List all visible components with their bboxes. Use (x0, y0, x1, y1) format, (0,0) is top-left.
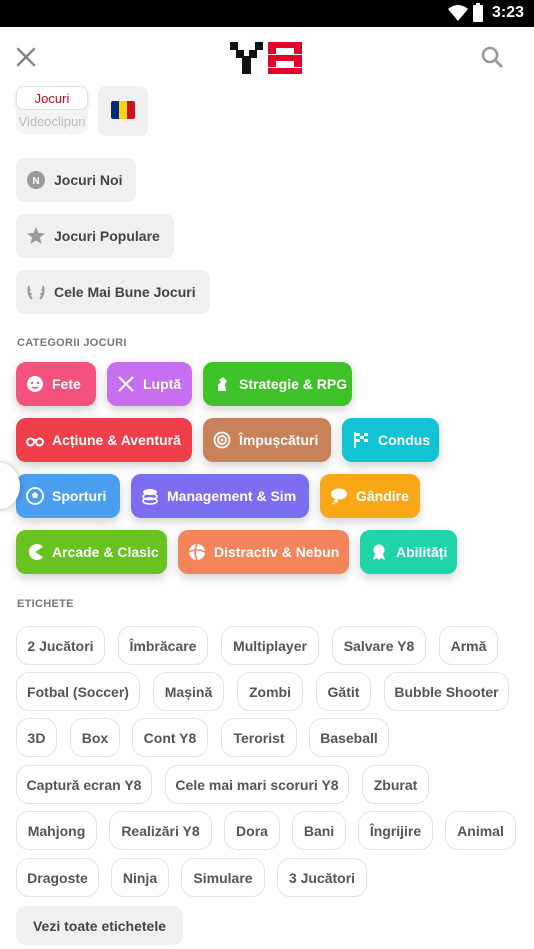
tag-chip[interactable]: Îngrijire (358, 811, 433, 850)
category-gandire[interactable]: Gândire (320, 474, 420, 518)
beach-ball-icon (188, 543, 206, 561)
top-bar: Y8 (0, 27, 534, 85)
tag-chip[interactable]: Armă (439, 626, 498, 665)
category-actiune[interactable]: Acțiune & Aventură (16, 418, 192, 462)
tag-chip[interactable]: Animal (445, 811, 516, 850)
language-button[interactable] (98, 86, 148, 136)
tag-chip[interactable]: 3 Jucători (277, 858, 367, 897)
tag-chip[interactable]: Salvare Y8 (332, 626, 426, 665)
tag-chip[interactable]: Dora (224, 811, 280, 850)
content-type-toggle: Jocuri Videoclipuri (16, 86, 88, 134)
see-all-tags-button[interactable]: Vezi toate etichetele (16, 906, 183, 945)
y8-logo[interactable]: Y8 (228, 40, 306, 76)
romania-flag-icon (111, 101, 135, 119)
status-time: 3:23 (491, 4, 524, 21)
tag-chip[interactable]: Mahjong (16, 811, 97, 850)
category-arcade[interactable]: Arcade & Clasic (16, 530, 167, 574)
tag-chip[interactable]: Zburat (362, 765, 429, 804)
nav-popular-games[interactable]: Jocuri Populare (16, 214, 174, 258)
laurel-icon (27, 285, 45, 300)
categories-title: CATEGORII JOCURI (17, 337, 127, 349)
status-bar: 3:23 (0, 0, 534, 27)
pacman-icon (28, 544, 43, 560)
tag-chip[interactable]: 2 Jucători (16, 626, 105, 665)
target-icon (213, 431, 231, 449)
battery-icon (473, 3, 483, 22)
tag-chip[interactable]: Mașină (153, 672, 224, 711)
thought-bubble-icon (331, 488, 347, 505)
category-label: Strategie & RPG (239, 376, 348, 392)
category-label: Acțiune & Aventură (52, 432, 181, 448)
tag-chip[interactable]: Simulare (181, 858, 265, 897)
category-label: Sporturi (52, 488, 107, 504)
category-condus[interactable]: Condus (342, 418, 439, 462)
toggle-videos[interactable]: Videoclipuri (16, 110, 88, 134)
category-label: Fete (52, 376, 81, 392)
category-label: Arcade & Clasic (52, 544, 159, 560)
tag-chip[interactable]: Terorist (221, 718, 297, 757)
category-label: Gândire (356, 488, 409, 504)
medal-icon (373, 544, 385, 560)
girl-face-icon (27, 376, 43, 392)
nav-best-games[interactable]: Cele Mai Bune Jocuri (16, 270, 210, 314)
tag-chip[interactable]: Gătit (316, 672, 371, 711)
star-icon (27, 227, 45, 244)
tag-chip[interactable]: 3D (16, 718, 57, 757)
close-icon[interactable] (14, 45, 38, 69)
soccer-ball-icon (26, 487, 44, 505)
tag-chip[interactable]: Baseball (309, 718, 389, 757)
binoculars-icon (26, 437, 44, 447)
tag-chip[interactable]: Îmbrăcare (118, 626, 208, 665)
tag-chip[interactable]: Cele mai mari scoruri Y8 (165, 765, 349, 804)
tags-title: ETICHETE (17, 598, 74, 610)
category-label: Distractiv & Nebun (214, 544, 340, 560)
category-label: Condus (378, 432, 431, 448)
category-label: Luptă (143, 376, 182, 392)
tag-chip[interactable]: Bubble Shooter (384, 672, 509, 711)
category-label: Împușcături (239, 432, 319, 448)
category-management[interactable]: Management & Sim (131, 474, 309, 518)
category-impuscaturi[interactable]: Împușcături (203, 418, 331, 462)
checkered-flag-icon (354, 432, 368, 448)
nav-label: Cele Mai Bune Jocuri (54, 284, 196, 300)
category-sporturi[interactable]: Sporturi (16, 474, 120, 518)
tag-chip[interactable]: Dragoste (16, 858, 99, 897)
tag-chip[interactable]: Box (70, 718, 120, 757)
category-distractiv[interactable]: Distractiv & Nebun (178, 530, 349, 574)
tag-chip[interactable]: Realizări Y8 (109, 811, 212, 850)
coins-icon (142, 489, 158, 505)
tag-chip[interactable]: Bani (292, 811, 346, 850)
nav-new-games[interactable]: N Jocuri Noi (16, 158, 137, 202)
category-lupta[interactable]: Luptă (107, 362, 192, 406)
toggle-games[interactable]: Jocuri (16, 86, 88, 110)
chess-knight-icon (218, 377, 227, 391)
wifi-icon (448, 5, 468, 21)
tag-chip[interactable]: Multiplayer (221, 626, 319, 665)
nav-label: Jocuri Populare (54, 228, 160, 244)
tag-chip[interactable]: Ninja (111, 858, 169, 897)
svg-text:N: N (32, 176, 39, 187)
search-icon[interactable] (480, 45, 504, 69)
category-label: Management & Sim (167, 488, 297, 504)
nav-label: Jocuri Noi (54, 172, 123, 188)
new-badge-icon: N (27, 171, 45, 189)
category-strategie[interactable]: Strategie & RPG (203, 362, 352, 406)
tag-chip[interactable]: Captură ecran Y8 (16, 765, 152, 804)
tag-chip[interactable]: Fotbal (Soccer) (16, 672, 140, 711)
category-label: Abilități (396, 544, 448, 560)
tag-chip[interactable]: Cont Y8 (132, 718, 208, 757)
category-fete[interactable]: Fete (16, 362, 96, 406)
crossed-swords-icon (118, 376, 134, 392)
category-abilitati[interactable]: Abilități (360, 530, 457, 574)
tag-chip[interactable]: Zombi (237, 672, 303, 711)
